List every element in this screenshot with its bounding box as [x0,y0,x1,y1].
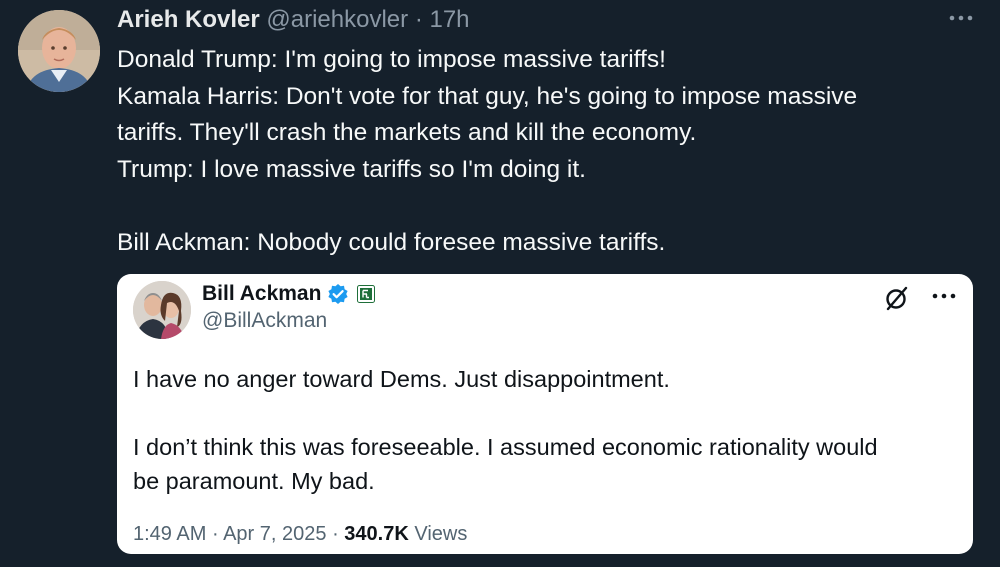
tweet-text-line [117,188,977,225]
tweet-text-line: Trump: I love massive tariffs so I'm doi… [117,155,586,183]
quoted-tweet-meta: 1:49 AM · Apr 7, 2025 · 340.7K Views [133,523,467,546]
meta-separator: · [211,523,219,545]
tweet-text-line: Donald Trump: I'm going to impose massiv… [117,46,666,73]
quoted-more-options-icon[interactable] [929,286,959,306]
tweet-text-line: Bill Ackman: Nobody could foresee massiv… [117,228,666,256]
author-name[interactable]: Arieh Kovler [117,6,260,33]
tweet-text: Donald Trump: I'm going to impose massiv… [117,42,977,261]
tweet-timestamp[interactable]: 17h [429,6,469,33]
views-count: 340.7K [344,523,409,545]
quoted-date[interactable]: Apr 7, 2025 [223,523,326,545]
quoted-text-line: I don’t think this was foreseeable. I as… [133,434,878,460]
views-label: Views [414,523,468,545]
quoted-text-line: be paramount. My bad. [133,468,375,494]
separator-dot: · [414,6,423,33]
quoted-author-avatar[interactable] [133,281,191,339]
quoted-tweet-text: I have no anger toward Dems. Just disapp… [133,362,963,498]
tweet-header: Arieh Kovler @ariehkovler · 17h [117,6,470,34]
quoted-time[interactable]: 1:49 AM [133,523,206,545]
meta-separator: · [332,523,339,545]
quoted-tweet-card[interactable]: Bill Ackman @BillAckman I have no anger … [117,274,973,554]
more-options-icon[interactable] [944,4,978,32]
verified-badge-icon [328,284,349,304]
quoted-name-row: Bill Ackman [202,280,376,308]
author-handle[interactable]: @ariehkovler [266,6,408,33]
quoted-text-line [133,396,963,430]
grok-icon[interactable] [883,284,911,312]
quoted-author-name[interactable]: Bill Ackman [202,282,321,306]
affiliate-badge-icon [357,285,376,303]
quoted-text-line: I have no anger toward Dems. Just disapp… [133,366,670,392]
author-avatar[interactable] [18,10,100,92]
quoted-author-handle[interactable]: @BillAckman [202,309,327,333]
tweet: Arieh Kovler @ariehkovler · 17h Donald T… [0,0,1000,567]
tweet-text-line: tariffs. They'll crash the markets and k… [117,119,697,146]
tweet-text-line: Kamala Harris: Don't vote for that guy, … [117,82,858,110]
